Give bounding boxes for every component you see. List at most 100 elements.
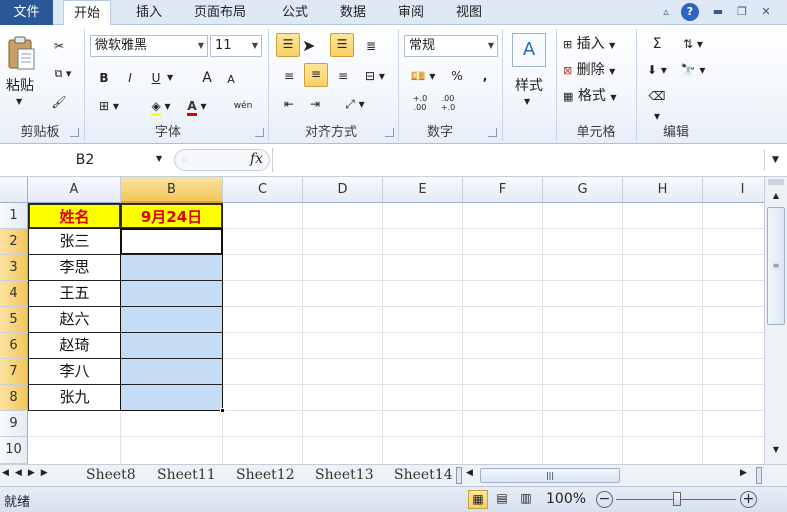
window-restore-icon[interactable]: ❐ <box>733 3 751 21</box>
formula-input[interactable] <box>272 148 762 172</box>
row-header-4[interactable]: 4 <box>0 281 28 307</box>
format-cells-button[interactable]: ▦ 格式 ▼ <box>562 85 628 109</box>
clear-button[interactable]: ⌫ ▾ <box>644 85 670 127</box>
column-header-e[interactable]: E <box>383 177 463 203</box>
styles-icon[interactable]: A <box>512 33 546 67</box>
row-header-3[interactable]: 3 <box>0 255 28 281</box>
cell-a2[interactable]: 张三 <box>29 229 120 254</box>
delete-cells-button[interactable]: ⊠ 删除 ▼ <box>562 59 628 83</box>
column-header-g[interactable]: G <box>543 177 623 203</box>
horizontal-scroll-thumb[interactable]: ||| <box>480 468 620 483</box>
column-header-h[interactable]: H <box>623 177 703 203</box>
styles-button[interactable]: 样式 <box>508 75 550 97</box>
help-icon[interactable]: ? <box>681 3 699 21</box>
sheet-tab[interactable]: Sheet11 <box>155 465 218 486</box>
cell-a8[interactable]: 张九 <box>29 385 120 410</box>
align-left-button[interactable]: ≡ <box>278 65 300 87</box>
percent-button[interactable]: % <box>446 65 468 87</box>
select-all-corner[interactable] <box>0 177 28 203</box>
bold-button[interactable]: B <box>94 67 114 89</box>
wrap-text-button[interactable]: ≣ <box>360 35 382 57</box>
column-header-i[interactable]: I <box>703 177 764 203</box>
insert-cells-button[interactable]: ⊞ 插入 ▼ <box>562 33 628 57</box>
phonetic-button[interactable]: wén <box>228 95 258 117</box>
sheet-tab[interactable]: Sheet8 <box>84 465 138 486</box>
merge-center-button[interactable]: ⊟ ▾ <box>360 65 390 87</box>
column-header-d[interactable]: D <box>303 177 383 203</box>
grow-font-button[interactable]: A <box>196 67 218 89</box>
row-header-6[interactable]: 6 <box>0 333 28 359</box>
cell-a5[interactable]: 赵六 <box>29 307 120 332</box>
scroll-up-icon[interactable]: ▲ <box>768 189 784 203</box>
tab-file[interactable]: 文件 <box>0 0 53 25</box>
underline-dropdown-icon[interactable]: ▼ <box>167 73 173 82</box>
row-header-10[interactable]: 10 <box>0 437 28 464</box>
currency-button[interactable]: 💴 ▾ <box>408 65 438 87</box>
find-select-button[interactable]: 🔭 ▾ <box>678 59 708 81</box>
cell-b1[interactable]: 9月24日 <box>121 204 222 228</box>
cell-a3[interactable]: 李思 <box>29 255 120 280</box>
copy-icon[interactable]: ⧉ ▾ <box>48 63 78 85</box>
comma-button[interactable]: , <box>474 65 496 87</box>
scroll-thumb[interactable]: ≡ <box>767 207 785 325</box>
paste-icon[interactable] <box>4 35 38 71</box>
increase-decimal-button[interactable]: +.0 .00 <box>408 93 432 113</box>
window-minimize-icon[interactable]: ▬ <box>709 3 727 21</box>
align-center-button[interactable]: ≡ <box>304 63 328 87</box>
paste-button[interactable]: 粘贴 <box>2 75 38 97</box>
cell-a1[interactable]: 姓名 <box>29 204 120 228</box>
align-right-button[interactable]: ≡ <box>332 65 354 87</box>
cut-icon[interactable]: ✂ <box>48 35 70 57</box>
expand-formula-bar-icon[interactable]: ▼ <box>764 149 786 171</box>
fill-handle[interactable] <box>220 408 225 413</box>
row-header-2[interactable]: 2 <box>0 229 28 255</box>
tab-formulas[interactable]: 公式 <box>272 0 318 25</box>
insert-function-button[interactable]: fx <box>250 151 263 167</box>
row-header-7[interactable]: 7 <box>0 359 28 385</box>
fill-color-button[interactable]: ◈ ▾ <box>144 95 178 117</box>
borders-button[interactable]: ⊞ ▾ <box>94 95 124 117</box>
tab-data[interactable]: 数据 <box>330 0 376 25</box>
scroll-down-icon[interactable]: ▼ <box>768 443 784 457</box>
tab-home[interactable]: 开始 <box>63 0 112 26</box>
zoom-in-icon[interactable]: + <box>740 491 757 508</box>
zoom-out-icon[interactable]: − <box>596 491 613 508</box>
number-launcher-icon[interactable] <box>488 128 497 137</box>
sort-filter-button[interactable]: ⇅ ▾ <box>678 33 708 55</box>
cell-a6[interactable]: 赵琦 <box>29 333 120 358</box>
font-color-button[interactable]: A ▾ <box>180 95 214 117</box>
name-box-dropdown-icon[interactable]: ▼ <box>156 154 162 163</box>
underline-button[interactable]: U <box>146 67 166 89</box>
scroll-left-icon[interactable]: ◀ <box>466 468 473 478</box>
zoom-level[interactable]: 100% <box>546 491 586 507</box>
page-break-view-icon[interactable]: ▥ <box>516 490 536 509</box>
scroll-right-icon[interactable]: ▶ <box>740 468 747 478</box>
row-header-9[interactable]: 9 <box>0 411 28 437</box>
paste-dropdown-icon[interactable]: ▼ <box>16 97 22 106</box>
page-layout-view-icon[interactable]: ▤ <box>492 490 512 509</box>
align-middle-button[interactable]: ☰ <box>330 33 354 57</box>
cell-a4[interactable]: 王五 <box>29 281 120 306</box>
row-header-5[interactable]: 5 <box>0 307 28 333</box>
column-header-f[interactable]: F <box>463 177 543 203</box>
worksheet-grid[interactable]: A B C D E F G H I 1 2 3 4 5 6 7 8 9 10 姓… <box>0 177 764 464</box>
font-name-combo[interactable]: 微软雅黑 ▼ <box>90 35 208 57</box>
tab-page-layout[interactable]: 页面布局 <box>184 0 256 25</box>
name-box[interactable]: B2 <box>0 149 170 171</box>
sheet-tab[interactable]: Sheet12 <box>234 465 297 486</box>
decrease-indent-button[interactable]: ⇤ <box>278 93 300 115</box>
column-header-b[interactable]: B <box>121 177 223 203</box>
row-header-1[interactable]: 1 <box>0 203 28 229</box>
minimize-ribbon-icon[interactable]: ▵ <box>657 3 675 21</box>
clipboard-launcher-icon[interactable] <box>70 128 79 137</box>
fill-button[interactable]: ⬇ ▾ <box>644 59 670 81</box>
tab-split-handle[interactable] <box>456 467 462 484</box>
align-top-button[interactable]: ☰ <box>276 33 300 57</box>
zoom-slider-thumb[interactable] <box>673 492 681 506</box>
column-header-c[interactable]: C <box>223 177 303 203</box>
split-box[interactable] <box>768 179 784 185</box>
alignment-launcher-icon[interactable] <box>385 128 394 137</box>
vertical-scrollbar[interactable]: ▲ ≡ ▼ <box>764 177 787 464</box>
active-cell-b2[interactable] <box>121 229 222 254</box>
tab-insert[interactable]: 插入 <box>126 0 172 25</box>
